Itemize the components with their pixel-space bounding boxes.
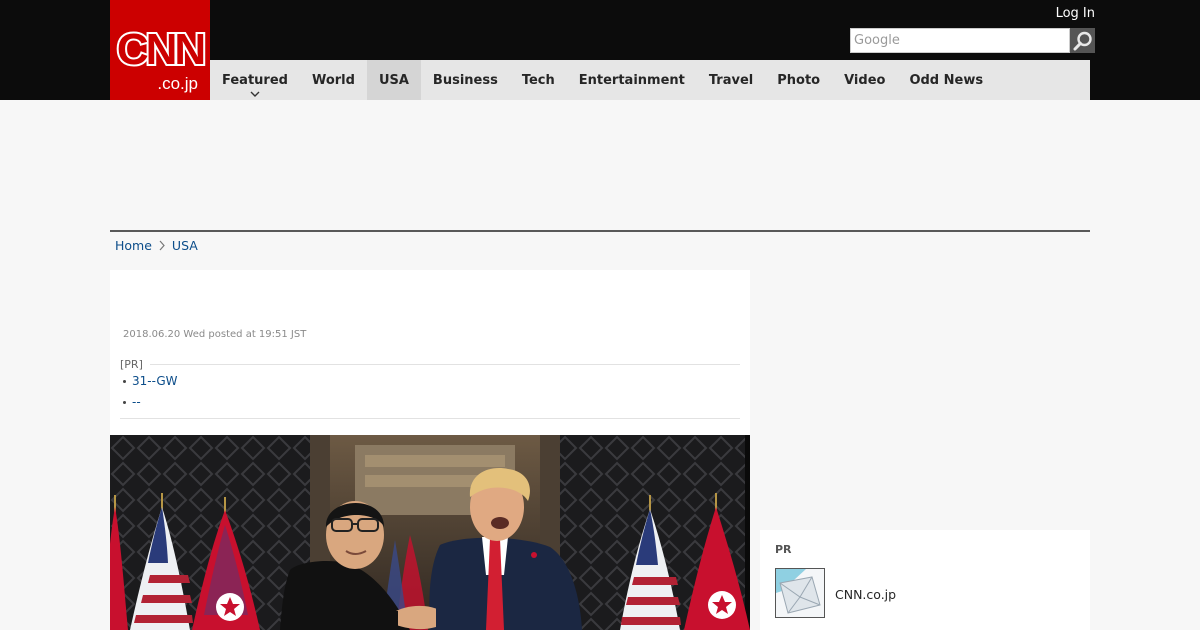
summit-photo-illustration	[110, 435, 750, 630]
sidebar-pr-card: PR CNN.co.jp	[760, 530, 1090, 630]
main-nav: Featured World USA Business Tech Enterta…	[210, 60, 1090, 100]
pr-links-block: [PR] 31--GW --	[120, 358, 740, 409]
pr-label: [PR]	[120, 358, 740, 371]
nav-item-label: Entertainment	[578, 72, 685, 88]
mail-icon	[776, 569, 824, 617]
nav-item-travel[interactable]: Travel	[697, 60, 765, 100]
nav-item-label: Tech	[521, 72, 555, 88]
nav-item-label: World	[311, 72, 355, 88]
bullet-icon	[123, 400, 126, 404]
nav-item-video[interactable]: Video	[832, 60, 897, 100]
article-photo	[110, 435, 750, 630]
site-header: CNN CNN .co.jp Log In Featured World USA…	[0, 0, 1200, 100]
cnn-logo[interactable]: CNN CNN .co.jp	[110, 0, 210, 100]
pr-label-text: [PR]	[120, 358, 143, 371]
chevron-right-icon	[158, 240, 166, 251]
chevron-down-icon	[250, 91, 260, 97]
login-link[interactable]: Log In	[1056, 6, 1095, 21]
breadcrumb: Home USA	[115, 238, 198, 253]
nav-item-label: Business	[432, 72, 498, 88]
nav-item-odd-news[interactable]: Odd News	[897, 60, 995, 100]
nav-item-label: Odd News	[909, 72, 984, 88]
pr-thumbnail[interactable]	[775, 568, 825, 618]
search-button[interactable]	[1070, 28, 1095, 53]
pr-link-text: --	[132, 395, 141, 409]
bullet-icon	[123, 379, 126, 383]
search-icon	[1073, 31, 1092, 50]
svg-text:CNN: CNN	[117, 25, 204, 74]
pr-link-text: 31--GW	[132, 374, 178, 388]
logo-subtext: .co.jp	[157, 74, 198, 93]
sidebar-pr-label: PR	[775, 543, 792, 556]
section-divider	[110, 230, 1090, 232]
nav-item-featured[interactable]: Featured	[210, 60, 300, 100]
nav-item-label: Featured	[222, 72, 288, 88]
divider	[150, 364, 740, 365]
nav-item-business[interactable]: Business	[421, 60, 510, 100]
search-box	[850, 28, 1095, 53]
breadcrumb-section[interactable]: USA	[172, 238, 198, 253]
article-dateline: 2018.06.20 Wed posted at 19:51 JST	[123, 329, 307, 340]
nav-item-entertainment[interactable]: Entertainment	[567, 60, 697, 100]
pr-link[interactable]: 31--GW	[120, 374, 740, 388]
nav-item-label: USA	[378, 72, 409, 88]
article-header: 2018.06.20 Wed posted at 19:51 JST [PR] …	[110, 270, 750, 435]
cnn-logo-mark: CNN CNN .co.jp	[115, 23, 209, 93]
nav-item-usa[interactable]: USA	[366, 60, 421, 100]
search-input[interactable]	[850, 28, 1070, 53]
nav-item-label: Video	[844, 72, 886, 88]
sidebar-pr-link[interactable]: CNN.co.jp	[835, 587, 896, 602]
breadcrumb-home[interactable]: Home	[115, 238, 152, 253]
nav-item-tech[interactable]: Tech	[510, 60, 567, 100]
pr-link[interactable]: --	[120, 395, 740, 409]
nav-item-photo[interactable]: Photo	[765, 60, 832, 100]
divider	[120, 418, 740, 419]
nav-item-world[interactable]: World	[300, 60, 367, 100]
nav-item-label: Photo	[777, 72, 821, 88]
nav-item-label: Travel	[708, 72, 754, 88]
